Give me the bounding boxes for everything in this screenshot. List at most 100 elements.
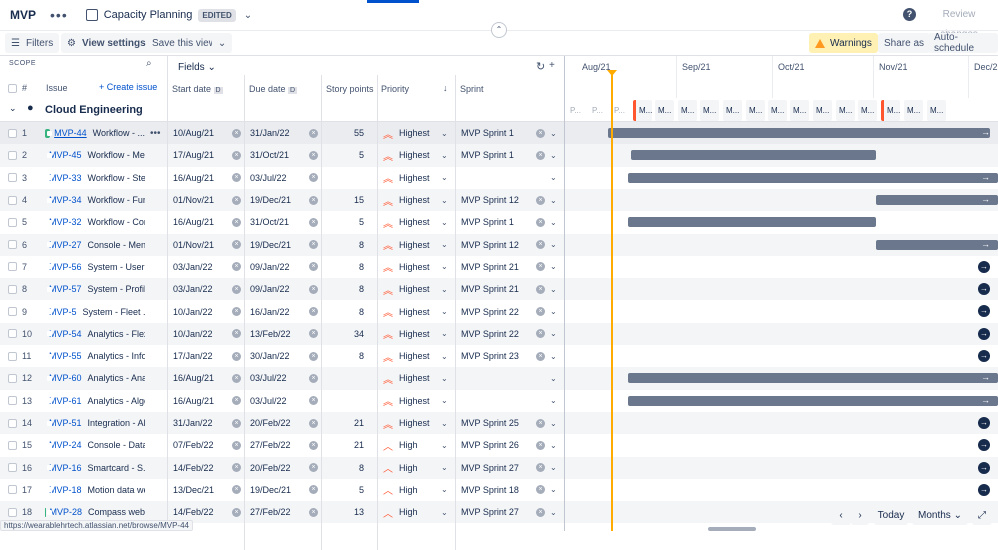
clear-icon[interactable]: ×	[232, 307, 241, 316]
clear-icon[interactable]: ×	[536, 240, 545, 249]
review-changes-button[interactable]: Review changes	[924, 5, 994, 25]
chevron-down-icon[interactable]: ⌄	[550, 262, 557, 271]
project-name[interactable]: MVP	[10, 8, 36, 22]
due-date[interactable]: 13/Feb/22	[250, 323, 291, 345]
chevron-down-icon[interactable]: ⌄	[441, 285, 448, 294]
fullscreen-icon[interactable]: ⤢	[972, 505, 992, 525]
clear-icon[interactable]: ×	[309, 307, 318, 316]
issue-key[interactable]: MVP-54	[49, 329, 82, 339]
sprint-value[interactable]: MVP Sprint 27	[461, 501, 519, 523]
start-date[interactable]: 16/Aug/21	[173, 167, 214, 189]
story-points[interactable]: 21	[322, 434, 364, 456]
clear-icon[interactable]: ×	[536, 151, 545, 160]
sprint-box[interactable]: M...	[904, 100, 923, 121]
start-date[interactable]: 03/Jan/22	[173, 278, 213, 300]
priority-value[interactable]: Highest	[399, 262, 430, 272]
clear-icon[interactable]: ×	[536, 285, 545, 294]
due-date[interactable]: 30/Jan/22	[250, 345, 290, 367]
start-date[interactable]: 07/Feb/22	[173, 434, 214, 456]
table-row[interactable]: 13MVP-61Analytics - Algo...16/Aug/21×03/…	[0, 390, 998, 412]
clear-icon[interactable]: ×	[536, 441, 545, 450]
clear-icon[interactable]: ×	[232, 173, 241, 182]
clear-icon[interactable]: ×	[536, 129, 545, 138]
clear-icon[interactable]: ×	[232, 463, 241, 472]
clear-icon[interactable]: ×	[232, 285, 241, 294]
select-all-checkbox[interactable]	[8, 84, 17, 93]
table-row[interactable]: 7MVP-56System - User ...03/Jan/22×09/Jan…	[0, 256, 998, 278]
table-row[interactable]: 4MVP-34Workflow - Fun...01/Nov/21×19/Dec…	[0, 189, 998, 211]
chevron-down-icon[interactable]: ⌄	[441, 262, 448, 271]
sprint-value[interactable]: MVP Sprint 12	[461, 189, 519, 211]
clear-icon[interactable]: ×	[536, 485, 545, 494]
table-row[interactable]: 11MVP-55Analytics - Info...17/Jan/22×30/…	[0, 345, 998, 367]
chevron-down-icon[interactable]: ⌄	[550, 352, 557, 361]
clear-icon[interactable]: ×	[309, 173, 318, 182]
sprint-box[interactable]: M...	[678, 100, 697, 121]
sprint-box[interactable]: M...	[881, 100, 900, 121]
chevron-down-icon[interactable]: ⌄	[441, 396, 448, 405]
row-checkbox[interactable]	[8, 508, 17, 517]
chevron-down-icon[interactable]: ⌄	[441, 151, 448, 160]
clear-icon[interactable]: ×	[309, 196, 318, 205]
scroll-to-bar-icon[interactable]: →	[978, 484, 990, 496]
due-date[interactable]: 31/Jan/22	[250, 122, 290, 144]
sprint-value[interactable]: MVP Sprint 12	[461, 234, 519, 256]
clear-icon[interactable]: ×	[309, 218, 318, 227]
share-button[interactable]: Share as	[878, 33, 930, 53]
row-checkbox[interactable]	[8, 218, 17, 227]
sprint-value[interactable]: MVP Sprint 18	[461, 479, 519, 501]
issue-key[interactable]: MVP-34	[49, 195, 82, 205]
clear-icon[interactable]: ×	[232, 508, 241, 517]
story-points[interactable]: 5	[322, 144, 364, 166]
sprint-value[interactable]: MVP Sprint 1	[461, 144, 514, 166]
clear-icon[interactable]: ×	[309, 374, 318, 383]
help-icon[interactable]: ?	[903, 8, 916, 21]
chevron-down-icon[interactable]: ⌄	[550, 329, 557, 338]
clear-icon[interactable]: ×	[309, 419, 318, 428]
row-checkbox[interactable]	[8, 307, 17, 316]
clear-icon[interactable]: ×	[309, 262, 318, 271]
sprint-value[interactable]: MVP Sprint 21	[461, 256, 519, 278]
issue-key[interactable]: MVP-33	[49, 173, 82, 183]
priority-value[interactable]: High	[399, 440, 418, 450]
chevron-down-icon[interactable]: ⌄	[550, 307, 557, 316]
reset-icon[interactable]: ↻	[536, 60, 545, 73]
clear-icon[interactable]: ×	[309, 441, 318, 450]
table-row[interactable]: 10MVP-54Analytics - Flex...10/Jan/22×13/…	[0, 323, 998, 345]
row-checkbox[interactable]	[8, 374, 17, 383]
start-date[interactable]: 16/Aug/21	[173, 211, 214, 233]
fields-button[interactable]: Fields ⌄	[178, 62, 216, 73]
clear-icon[interactable]: ×	[536, 307, 545, 316]
zoom-select[interactable]: Months ⌄	[912, 505, 968, 525]
timeline-bar[interactable]	[628, 396, 998, 406]
story-points[interactable]	[322, 367, 364, 389]
issue-key[interactable]: MVP-60	[49, 373, 82, 383]
warnings-button[interactable]: Warnings	[809, 33, 878, 53]
due-date[interactable]: 27/Feb/22	[250, 434, 291, 456]
clear-icon[interactable]: ×	[309, 129, 318, 138]
more-icon[interactable]: •••	[50, 7, 68, 23]
scroll-to-bar-icon[interactable]: →	[978, 305, 990, 317]
chevron-down-icon[interactable]: ⌄	[9, 103, 17, 114]
issue-key[interactable]: MVP-44	[54, 128, 87, 138]
priority-value[interactable]: Highest	[399, 240, 430, 250]
issue-key[interactable]: MVP-51	[49, 418, 82, 428]
due-date[interactable]: 19/Dec/21	[250, 479, 291, 501]
row-checkbox[interactable]	[8, 151, 17, 160]
priority-value[interactable]: Highest	[399, 150, 430, 160]
due-date[interactable]: 20/Feb/22	[250, 412, 291, 434]
start-date[interactable]: 01/Nov/21	[173, 189, 214, 211]
clear-icon[interactable]: ×	[232, 196, 241, 205]
due-date[interactable]: 09/Jan/22	[250, 256, 290, 278]
chevron-down-icon[interactable]: ⌄	[550, 441, 557, 450]
save-view-button[interactable]: Save this view	[146, 33, 222, 53]
row-checkbox[interactable]	[8, 329, 17, 338]
sort-desc-icon[interactable]: ↓	[443, 83, 448, 93]
sprint-value[interactable]: MVP Sprint 22	[461, 300, 519, 322]
sprint-value[interactable]: MVP Sprint 26	[461, 434, 519, 456]
table-row[interactable]: 1MVP-44Workflow - ...•••10/Aug/21×31/Jan…	[0, 122, 998, 144]
due-date[interactable]: 03/Jul/22	[250, 367, 287, 389]
sprint-value[interactable]: MVP Sprint 1	[461, 211, 514, 233]
table-row[interactable]: 15MVP-24Console - Data...07/Feb/22×27/Fe…	[0, 434, 998, 456]
start-date[interactable]: 10/Jan/22	[173, 300, 213, 322]
